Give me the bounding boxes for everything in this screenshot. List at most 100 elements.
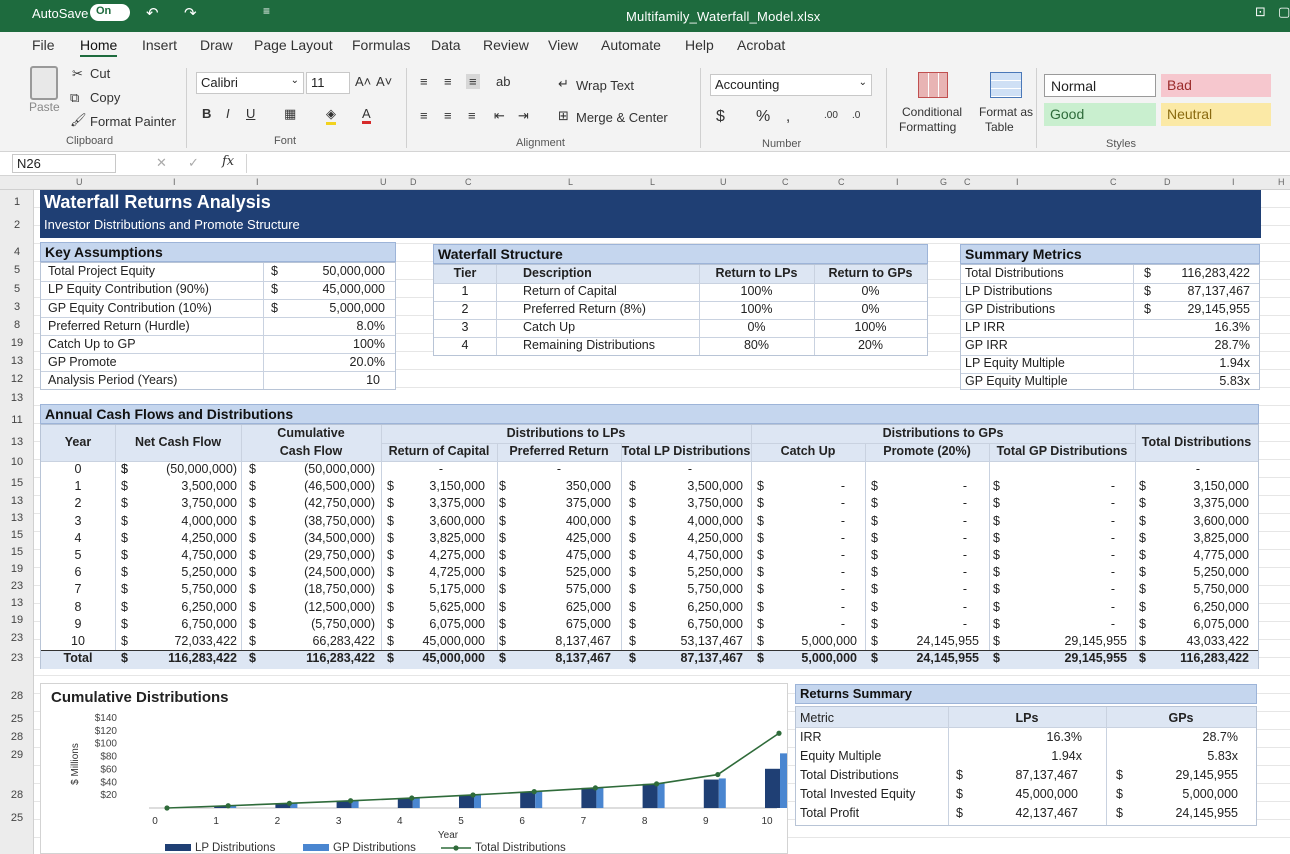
format-painter-icon[interactable]: 🖌 bbox=[70, 112, 87, 128]
align-top-icon[interactable]: ≡ bbox=[420, 74, 428, 89]
column-header[interactable]: C bbox=[465, 177, 472, 187]
tab-insert[interactable]: Insert bbox=[142, 37, 177, 53]
total-lp-cell[interactable]: 4,750,000 bbox=[637, 548, 743, 562]
net-cash-flow-cell[interactable]: 6,250,000 bbox=[129, 600, 237, 614]
lp-value[interactable]: 1.94x bbox=[986, 749, 1082, 763]
preferred-return-cell[interactable]: 475,000 bbox=[507, 548, 611, 562]
format-as-table-icon[interactable] bbox=[990, 72, 1022, 98]
metric-label[interactable]: Equity Multiple bbox=[800, 749, 881, 763]
row-header[interactable]: 1 bbox=[0, 196, 34, 208]
preferred-return-cell[interactable]: 375,000 bbox=[507, 496, 611, 510]
redo-icon[interactable]: ↷ bbox=[184, 4, 197, 22]
assumption-label[interactable]: Total Project Equity bbox=[48, 264, 155, 278]
font-size-dropdown[interactable]: 11 bbox=[306, 72, 350, 94]
catch-up-cell[interactable]: - bbox=[767, 617, 845, 631]
year-cell[interactable]: 4 bbox=[41, 531, 115, 545]
assumption-label[interactable]: Analysis Period (Years) bbox=[48, 373, 177, 387]
row-header[interactable]: 10 bbox=[0, 456, 34, 468]
total-lp-cell[interactable]: 6,750,000 bbox=[637, 617, 743, 631]
tab-view[interactable]: View bbox=[548, 37, 578, 53]
merge-center-button[interactable]: Merge & Center bbox=[576, 110, 668, 125]
tier-number[interactable]: 3 bbox=[434, 320, 496, 334]
column-header[interactable]: G bbox=[940, 177, 947, 187]
net-cash-flow-cell[interactable]: 4,750,000 bbox=[129, 548, 237, 562]
assumption-label[interactable]: GP Equity Contribution (10%) bbox=[48, 301, 212, 315]
total-lp-cell[interactable]: 6,250,000 bbox=[637, 600, 743, 614]
total-distributions-cell[interactable]: - bbox=[1147, 462, 1249, 476]
cumulative-cash-flow-cell[interactable]: (50,000,000) bbox=[257, 462, 375, 476]
total-distributions-cell[interactable]: 3,825,000 bbox=[1147, 531, 1249, 545]
tier-gp-return[interactable]: 20% bbox=[814, 338, 927, 352]
year-cell[interactable]: 10 bbox=[41, 634, 115, 648]
number-format-dropdown[interactable]: Accounting ⌄ bbox=[710, 74, 872, 96]
summary-label[interactable]: GP Equity Multiple bbox=[965, 374, 1068, 388]
lp-value[interactable]: 45,000,000 bbox=[986, 787, 1078, 801]
preferred-return-cell[interactable]: 625,000 bbox=[507, 600, 611, 614]
wrap-text-button[interactable]: Wrap Text bbox=[576, 78, 634, 93]
copy-button[interactable]: Copy bbox=[90, 90, 120, 105]
metric-label[interactable]: Total Distributions bbox=[800, 768, 899, 782]
promote-cell[interactable]: - bbox=[881, 514, 967, 528]
promote-cell[interactable]: - bbox=[881, 479, 967, 493]
row-header[interactable]: 15 bbox=[0, 477, 34, 489]
promote-cell[interactable]: 24,145,955 bbox=[881, 634, 979, 648]
row-header[interactable]: 13 bbox=[0, 495, 34, 507]
assumption-value[interactable]: 10 bbox=[291, 373, 380, 387]
borders-icon[interactable]: ▦ bbox=[284, 106, 296, 122]
format-as-label[interactable]: Format as bbox=[979, 105, 1033, 119]
increase-decimal-icon[interactable]: .00 bbox=[824, 110, 838, 121]
increase-font-icon[interactable]: A˄ bbox=[355, 74, 371, 89]
style-good[interactable]: Good bbox=[1044, 103, 1156, 126]
copy-icon[interactable]: ⧉ bbox=[70, 90, 79, 106]
total-gp-cell[interactable]: 29,145,955 bbox=[1003, 634, 1127, 648]
lp-value[interactable]: 16.3% bbox=[986, 730, 1082, 744]
column-header[interactable]: I bbox=[256, 177, 259, 187]
year-cell[interactable]: 8 bbox=[41, 600, 115, 614]
assumption-label[interactable]: Catch Up to GP bbox=[48, 337, 136, 351]
total-gp-cell[interactable]: - bbox=[1003, 479, 1115, 493]
net-cash-flow-cell[interactable]: 3,500,000 bbox=[129, 479, 237, 493]
net-cash-flow-cell[interactable]: 5,250,000 bbox=[129, 565, 237, 579]
year-cell[interactable]: 2 bbox=[41, 496, 115, 510]
net-cash-flow-cell[interactable]: 3,750,000 bbox=[129, 496, 237, 510]
gp-value[interactable]: 5.83x bbox=[1146, 749, 1238, 763]
tier-lp-return[interactable]: 100% bbox=[699, 302, 814, 316]
total-distributions-cell[interactable]: 5,750,000 bbox=[1147, 582, 1249, 596]
catch-up-cell[interactable]: - bbox=[767, 582, 845, 596]
assumption-label[interactable]: LP Equity Contribution (90%) bbox=[48, 282, 209, 296]
summary-label[interactable]: LP IRR bbox=[965, 320, 1005, 334]
tier-gp-return[interactable]: 0% bbox=[814, 302, 927, 316]
row-header[interactable]: 23 bbox=[0, 652, 34, 664]
tier-gp-return[interactable]: 0% bbox=[814, 284, 927, 298]
assumption-value[interactable]: 8.0% bbox=[291, 319, 386, 333]
total-distributions-cell[interactable]: 43,033,422 bbox=[1147, 634, 1249, 648]
bold-icon[interactable]: B bbox=[202, 106, 211, 121]
tier-lp-return[interactable]: 0% bbox=[699, 320, 814, 334]
year-cell[interactable]: 7 bbox=[41, 582, 115, 596]
tab-automate[interactable]: Automate bbox=[601, 37, 661, 53]
return-of-capital-cell[interactable]: 45,000,000 bbox=[397, 651, 485, 665]
row-header[interactable]: 2 bbox=[0, 219, 34, 231]
row-header[interactable]: 19 bbox=[0, 337, 34, 349]
total-lp-cell[interactable]: 3,500,000 bbox=[637, 479, 743, 493]
promote-cell[interactable]: - bbox=[881, 548, 967, 562]
name-box[interactable]: N26 bbox=[12, 154, 116, 173]
preferred-return-cell[interactable]: 525,000 bbox=[507, 565, 611, 579]
share-icon[interactable]: ⊡ bbox=[1255, 4, 1266, 20]
preferred-return-cell[interactable]: 575,000 bbox=[507, 582, 611, 596]
tier-lp-return[interactable]: 100% bbox=[699, 284, 814, 298]
wrap-text-icon[interactable]: ↵ bbox=[558, 76, 569, 92]
total-lp-cell[interactable]: 87,137,467 bbox=[637, 651, 743, 665]
net-cash-flow-cell[interactable]: 72,033,422 bbox=[129, 634, 237, 648]
row-header[interactable]: 4 bbox=[0, 246, 34, 258]
column-header[interactable]: C bbox=[1110, 177, 1117, 187]
gp-value[interactable]: 28.7% bbox=[1146, 730, 1238, 744]
metric-label[interactable]: IRR bbox=[800, 730, 822, 744]
row-header[interactable]: 19 bbox=[0, 614, 34, 626]
cumulative-cash-flow-cell[interactable]: (38,750,000) bbox=[257, 514, 375, 528]
summary-label[interactable]: LP Distributions bbox=[965, 284, 1052, 298]
conditional-label[interactable]: Conditional bbox=[902, 105, 962, 119]
row-header[interactable]: 25 bbox=[0, 713, 34, 725]
decrease-decimal-icon[interactable]: .0 bbox=[852, 110, 860, 121]
total-gp-cell[interactable]: 29,145,955 bbox=[1003, 651, 1127, 665]
